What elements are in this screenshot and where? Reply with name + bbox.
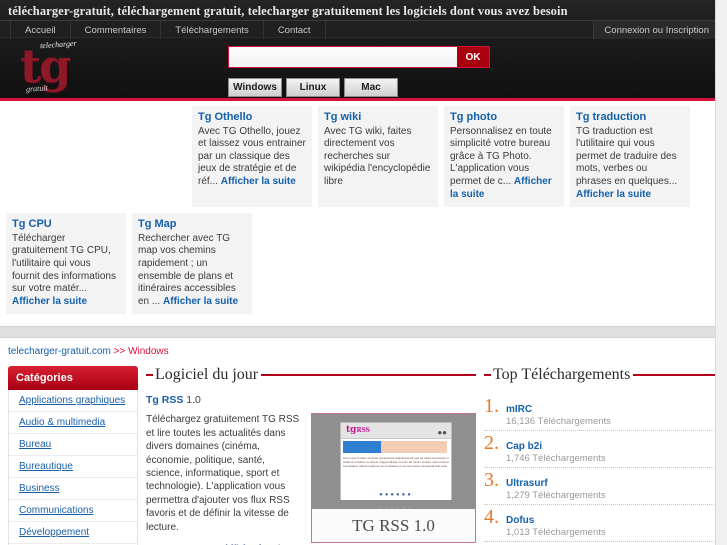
nav-item-contact[interactable]: Contact [264,21,326,39]
nav-item-telechargements[interactable]: Téléchargements [161,21,264,39]
screenshot-titlebar: tgRSS ●● [341,423,451,440]
os-button-windows[interactable]: Windows [228,78,282,97]
top-download-row[interactable]: 3. Ultrasurf 1,279 Téléchargements [484,468,716,506]
screenshot-banner-right [381,441,447,454]
promo-title: Tg Othello [198,111,253,123]
logo-bottom-word: gratuit [25,83,49,94]
sidebar-title: Catégories [8,366,138,391]
promo-strip: Tg Othello Avec TG Othello, jouez et lai… [0,101,727,327]
screenshot-body-text: lorem ipsum dolor sit amet consectetur a… [343,456,449,469]
promo-card-tg-map[interactable]: Tg Map Rechercher avec TG map vos chemin… [132,213,252,315]
promo-title: Tg photo [450,111,498,123]
login-link[interactable]: Connexion ou Inscription [593,21,719,39]
promo-row-2: Tg CPU Télécharger gratuitement TG CPU, … [6,213,721,315]
section-divider [0,326,727,339]
os-button-linux[interactable]: Linux [286,78,340,97]
screenshot-banner-left [343,441,382,454]
site-tagline: télécharger-gratuit, téléchargement grat… [8,4,568,18]
heading-rule [633,374,716,377]
sidebar-item-applications-graphiques[interactable]: Applications graphiques [9,390,137,413]
promo-text: Télécharger gratuitement TG CPU, l'utili… [12,232,116,295]
sidebar-item-bureautique[interactable]: Bureautique [9,456,137,479]
sidebar-category-list: Applications graphiques Audio & multimed… [8,390,138,545]
product-version: 1.0 [186,394,201,407]
promo-more-link[interactable]: Afficher la suite [576,189,651,200]
promo-card-tg-wiki[interactable]: Tg wiki Avec TG wiki, faites directement… [318,106,438,208]
breadcrumb-arrows: >> [113,346,126,358]
promo-more-link[interactable]: Afficher la suite [221,176,296,187]
breadcrumb: telecharger-gratuit.com >> Windows [8,346,719,357]
logo-mark: tg [20,39,71,93]
sidebar: Catégories Applications graphiques Audio… [8,366,138,545]
heading-rule [261,374,476,377]
os-filter-buttons: Windows Linux Mac [228,78,398,97]
download-count: 16,136 Téléchargements [506,416,611,428]
download-name[interactable]: Ultrasurf [506,478,716,489]
site-logo[interactable]: telecharger tg gratuit [12,39,92,98]
rank-number: 3. [484,469,499,492]
sidebar-item-audio-multimedia[interactable]: Audio & multimedia [9,412,137,435]
promo-row-1: Tg Othello Avec TG Othello, jouez et lai… [6,106,721,208]
top-download-row[interactable]: 1. mIRC 16,136 Téléchargements [484,394,716,432]
rank-number: 4. [484,506,499,529]
main-content: telecharger-gratuit.com >> Windows Catég… [0,338,727,545]
top-downloads-column: Top Téléchargements 1. mIRC 16,136 Téléc… [484,366,716,545]
screenshot-window-controls-icon: ●● [437,428,447,438]
breadcrumb-current: Windows [128,346,169,358]
screenshot-caption: TG RSS 1.0 [312,509,475,543]
promo-card-tg-cpu[interactable]: Tg CPU Télécharger gratuitement TG CPU, … [6,213,126,315]
download-count: 1,013 Téléchargements [506,527,606,539]
promo-more-link[interactable]: Afficher la suite [163,296,238,307]
promo-title: Tg wiki [324,111,362,123]
top-download-row[interactable]: 4. Dofus 1,013 Téléchargements [484,505,716,543]
promo-card-tg-othello[interactable]: Tg Othello Avec TG Othello, jouez et lai… [192,106,312,208]
heading-dash-icon [146,374,153,377]
nav-item-commentaires[interactable]: Commentaires [71,21,162,39]
download-name[interactable]: mIRC [506,404,716,415]
download-name[interactable]: Dofus [506,515,716,526]
breadcrumb-site[interactable]: telecharger-gratuit.com [8,346,111,357]
promo-more-link[interactable]: Afficher la suite [12,296,87,307]
product-description: Téléchargez gratuitement TG RSS et lire … [146,414,300,533]
sidebar-item-bureau[interactable]: Bureau [9,434,137,457]
rank-number: 1. [484,395,499,418]
product-screenshot[interactable]: tgRSS ●● lorem ipsum dolor sit amet cons… [311,413,476,544]
sidebar-item-communications[interactable]: Communications [9,500,137,523]
promo-title: Tg Map [138,218,177,231]
download-name[interactable]: Cap b2i [506,441,716,452]
software-of-the-day-heading: Logiciel du jour [146,366,476,384]
screenshot-playback-controls-icon: ●●●●●● [379,492,413,499]
page-scrollbar[interactable] [715,0,727,545]
screenshot-app-logo: tgRSS [346,425,370,436]
promo-card-tg-photo[interactable]: Tg photo Personnalisez en toute simplici… [444,106,564,208]
screenshot-browser-window: tgRSS ●● lorem ipsum dolor sit amet cons… [340,422,452,501]
promo-card-tg-traduction[interactable]: Tg traduction TG traduction est l'utilit… [570,106,690,208]
product-name[interactable]: Tg RSS [146,394,183,406]
rank-number: 2. [484,432,499,455]
promo-title: Tg traduction [576,111,647,123]
top-downloads-heading: Top Téléchargements [484,366,716,384]
nav-item-accueil[interactable]: Accueil [10,21,71,39]
heading-dash-icon [484,374,491,377]
center-column: Logiciel du jour Tg RSS 1.0 Téléchargez … [146,366,476,545]
heading-text: Top Téléchargements [493,366,631,384]
promo-text: TG traduction est l'utilitaire qui vous … [576,125,678,187]
screenshot-page: lorem ipsum dolor sit amet consectetur a… [341,439,451,501]
sidebar-item-developpement[interactable]: Développement [9,522,137,545]
promo-title: Tg CPU [12,218,52,231]
os-button-mac[interactable]: Mac [344,78,398,97]
promo-spacer [6,106,186,207]
sidebar-item-business[interactable]: Business [9,478,137,501]
download-count: 1,746 Téléchargements [506,453,606,465]
search-submit-button[interactable]: OK [457,47,489,67]
promo-text: Avec TG wiki, faites directement vos rec… [324,125,431,187]
search-bar: OK [228,46,490,68]
product-title: Tg RSS 1.0 [146,394,476,406]
download-count: 1,279 Téléchargements [506,490,606,502]
search-input[interactable] [229,47,457,67]
site-header: télécharger-gratuit, téléchargement grat… [0,0,727,101]
heading-text: Logiciel du jour [155,366,259,384]
primary-nav: Accueil Commentaires Téléchargements Con… [0,20,727,39]
top-download-row[interactable]: 2. Cap b2i 1,746 Téléchargements [484,431,716,469]
